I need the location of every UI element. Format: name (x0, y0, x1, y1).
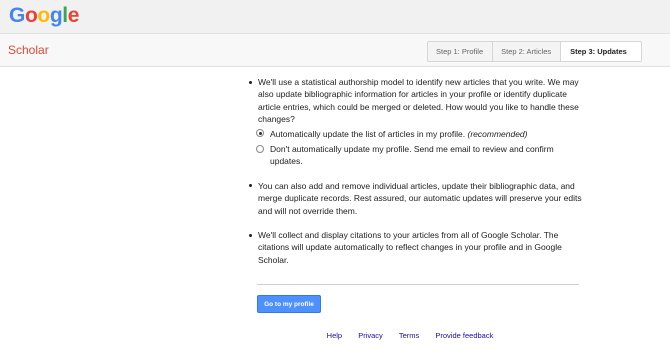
page: Google Scholar Step 1: Profile Step 2: A… (0, 0, 670, 351)
bullet-text: You can also add and remove individual a… (258, 180, 582, 216)
step-updates: Step 3: Updates (561, 42, 641, 61)
option-auto-update[interactable]: Automatically update the list of article… (256, 128, 582, 140)
footer: Help Privacy Terms Provide feedback (0, 331, 670, 340)
list-item: We'll use a statistical authorship model… (247, 76, 582, 168)
logo-letter-g2: g (49, 4, 63, 27)
step-profile: Step 1: Profile (428, 42, 494, 61)
product-bar: Scholar Step 1: Profile Step 2: Articles… (0, 34, 670, 67)
top-bar: Google (0, 0, 670, 34)
option-auto-note: (recommended) (467, 128, 528, 139)
step-indicator: Step 1: Profile Step 2: Articles Step 3:… (427, 41, 642, 62)
update-options: Automatically update the list of article… (256, 128, 582, 168)
main-content: We'll use a statistical authorship model… (247, 76, 582, 274)
product-name: Scholar (8, 43, 49, 57)
logo-letter-o1: o (24, 4, 38, 27)
step-articles: Step 2: Articles (493, 42, 562, 61)
bullet-dot (249, 233, 252, 237)
logo-letter-e: e (67, 4, 80, 27)
footer-link-terms[interactable]: Terms (399, 331, 419, 340)
go-to-profile-button[interactable]: Go to my profile (257, 295, 321, 313)
bullet-dot (249, 80, 252, 84)
list-item: We'll collect and display citations to y… (247, 229, 582, 266)
option-manual-label: Don't automatically update my profile. S… (270, 144, 554, 167)
list-item: You can also add and remove individual a… (247, 180, 582, 217)
bullet-dot (249, 184, 252, 188)
radio-manual-update[interactable] (256, 144, 264, 153)
logo-letter-g1: G (9, 4, 25, 27)
footer-link-privacy[interactable]: Privacy (358, 331, 383, 340)
footer-link-feedback[interactable]: Provide feedback (435, 331, 493, 340)
google-logo[interactable]: Google (9, 4, 79, 28)
logo-letter-o2: o (37, 4, 50, 27)
option-manual-update[interactable]: Don't automatically update my profile. S… (256, 143, 582, 168)
bullet-text: We'll collect and display citations to y… (258, 230, 562, 265)
footer-link-help[interactable]: Help (327, 331, 342, 340)
bullet-text: We'll use a statistical authorship model… (258, 77, 579, 125)
divider (257, 284, 579, 285)
option-auto-label: Automatically update the list of article… (270, 128, 466, 139)
radio-auto-update[interactable] (256, 129, 264, 138)
